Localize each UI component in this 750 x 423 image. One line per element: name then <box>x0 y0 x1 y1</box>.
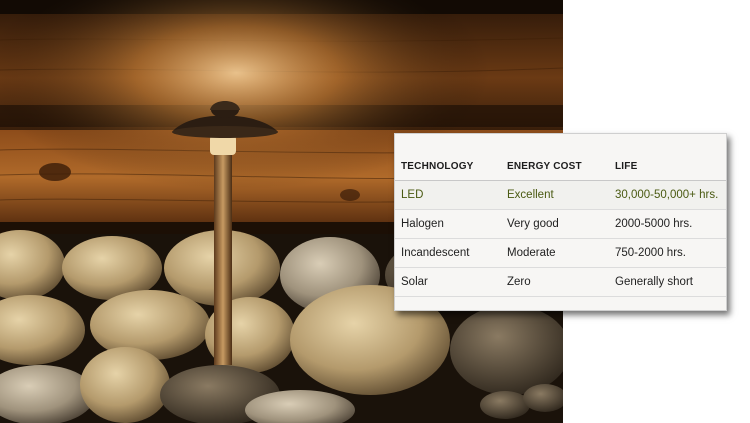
table-header-row: TECHNOLOGY ENERGY COST LIFE <box>395 152 726 181</box>
cell-life: 2000-5000 hrs. <box>609 209 726 239</box>
cell-life: Generally short <box>609 267 726 297</box>
table-row: Solar Zero Generally short <box>395 267 726 297</box>
cell-technology: Incandescent <box>395 238 501 268</box>
table-row: LED Excellent 30,000-50,000+ hrs. <box>395 180 726 210</box>
cell-technology: Solar <box>395 267 501 297</box>
table-row: Halogen Very good 2000-5000 hrs. <box>395 209 726 239</box>
cell-technology: Halogen <box>395 209 501 239</box>
lighting-comparison-table: TECHNOLOGY ENERGY COST LIFE LED Excellen… <box>395 152 726 297</box>
cell-life: 30,000-50,000+ hrs. <box>609 180 726 210</box>
cell-energy-cost: Very good <box>501 209 609 239</box>
cell-technology: LED <box>395 180 501 210</box>
header-technology: TECHNOLOGY <box>395 152 501 181</box>
lighting-comparison-card: TECHNOLOGY ENERGY COST LIFE LED Excellen… <box>394 133 727 311</box>
header-energy-cost: ENERGY COST <box>501 152 609 181</box>
table-row: Incandescent Moderate 750-2000 hrs. <box>395 238 726 268</box>
cell-life: 750-2000 hrs. <box>609 238 726 268</box>
cell-energy-cost: Excellent <box>501 180 609 210</box>
header-life: LIFE <box>609 152 726 181</box>
cell-energy-cost: Zero <box>501 267 609 297</box>
cell-energy-cost: Moderate <box>501 238 609 268</box>
